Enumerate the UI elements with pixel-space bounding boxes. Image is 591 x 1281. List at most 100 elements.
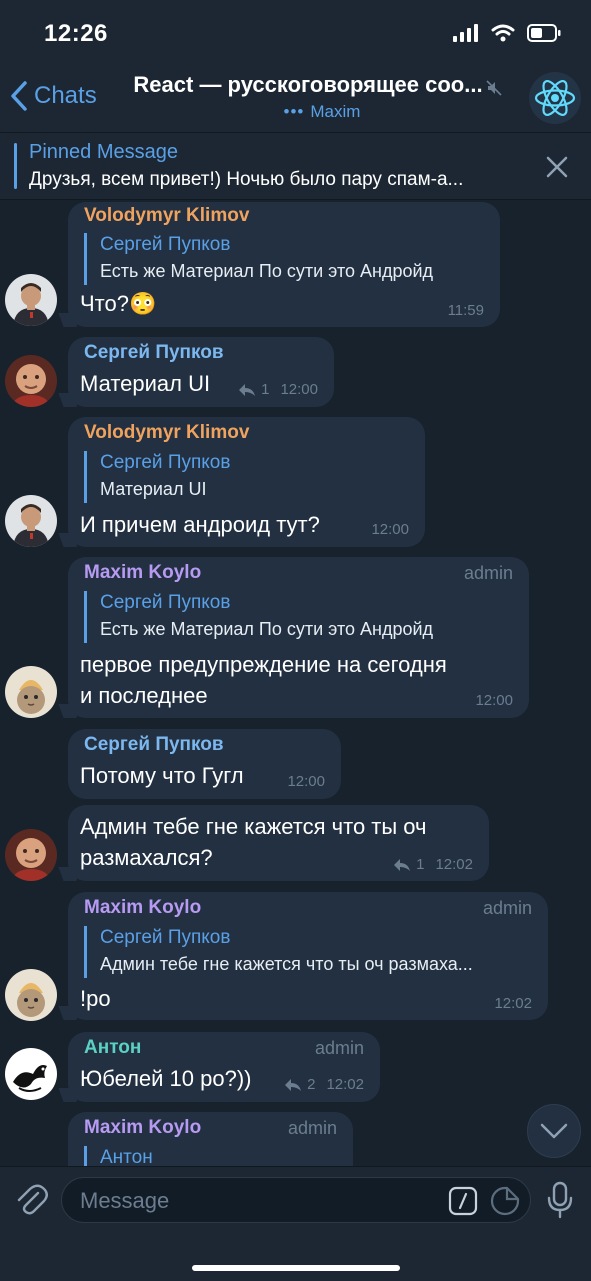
message-meta: 1 12:00	[238, 381, 318, 398]
message-time: 12:00	[280, 381, 318, 398]
sender-name[interactable]: Maxim Koylo	[84, 1117, 201, 1139]
wifi-icon	[491, 24, 515, 42]
reply-preview[interactable]: Сергей Пупков Есть же Материал По сути э…	[84, 591, 520, 643]
message-placeholder: Message	[80, 1188, 170, 1213]
slash-command-icon[interactable]	[448, 1186, 478, 1216]
avatar[interactable]	[5, 829, 57, 881]
message-bubble[interactable]: Maxim Koylo admin Антон	[68, 1112, 353, 1166]
back-label: Chats	[34, 82, 97, 109]
message-text: Что?😳	[80, 291, 157, 316]
avatar[interactable]	[5, 1048, 57, 1100]
sender-name[interactable]: Volodymyr Klimov	[84, 422, 249, 444]
battery-icon	[527, 24, 561, 42]
message-meta: 12:00	[475, 692, 513, 709]
pinned-accent-bar	[14, 143, 17, 189]
reply-text: Админ тебе гне кажется что ты оч размаха…	[100, 954, 473, 974]
admin-badge: admin	[287, 1118, 337, 1138]
avatar[interactable]	[5, 355, 57, 407]
avatar-maxim	[5, 666, 57, 718]
reply-arrow-icon	[394, 858, 411, 871]
reply-name: Сергей Пупков	[100, 452, 231, 473]
bubble-tail	[58, 313, 78, 327]
typing-dots-icon: •••	[283, 102, 305, 121]
reply-text: Материал UI	[100, 479, 207, 499]
back-chevron-icon	[11, 81, 27, 111]
avatar[interactable]	[5, 495, 57, 547]
reply-preview[interactable]: Сергей Пупков Материал UI	[84, 451, 420, 503]
message-bubble[interactable]: Антон admin Юбелей 10 ро?)) 2 12:02	[58, 1032, 380, 1102]
bubble-tail	[58, 867, 78, 881]
admin-badge: admin	[482, 898, 532, 918]
admin-badge: admin	[463, 563, 513, 583]
message-time: 12:02	[435, 856, 473, 873]
avatar[interactable]	[5, 274, 57, 326]
home-indicator	[192, 1265, 400, 1271]
message-time: 12:02	[494, 995, 532, 1012]
message-bubble[interactable]: Сергей Пупков Потому что Гугл 12:00	[68, 729, 341, 799]
avatar-maxim	[5, 969, 57, 1021]
pinned-text: Друзья, всем привет!) Ночью было пару сп…	[29, 169, 464, 190]
message-text: !ро	[80, 986, 111, 1011]
avatar-sergey	[5, 355, 57, 407]
message-meta: 2 12:02	[284, 1076, 364, 1093]
reply-arrow-icon	[285, 1078, 302, 1091]
avatar-volodymyr	[5, 495, 57, 547]
sender-name[interactable]: Сергей Пупков	[84, 342, 224, 364]
status-bar: 12:26	[0, 0, 591, 64]
message-list[interactable]: Volodymyr Klimov Сергей Пупков Есть же М…	[0, 200, 591, 1166]
message-bubble[interactable]: Volodymyr Klimov Сергей Пупков Есть же М…	[58, 202, 500, 327]
chat-title-area[interactable]: React — русскоговорящее соо... ••• Maxim	[108, 72, 508, 122]
reply-count: 2	[307, 1076, 316, 1093]
message-text-line: размахался?	[80, 845, 213, 870]
message-meta: 12:00	[371, 521, 409, 538]
message-text: Потому что Гугл	[80, 763, 244, 788]
sender-name[interactable]: Антон	[84, 1037, 141, 1059]
paperclip-icon[interactable]	[14, 1181, 48, 1217]
reply-preview[interactable]: Сергей Пупков Админ тебе гне кажется что…	[84, 926, 530, 978]
sender-name[interactable]: Сергей Пупков	[84, 734, 224, 756]
sender-name[interactable]: Maxim Koylo	[84, 897, 201, 919]
message-bubble[interactable]: Сергей Пупков Материал UI 1 12:00	[58, 337, 334, 407]
status-icons	[453, 24, 561, 42]
avatar[interactable]	[5, 666, 57, 718]
bubble-tail	[58, 393, 78, 407]
message-input[interactable]: Message	[61, 1177, 531, 1223]
message-meta: 11:59	[448, 302, 484, 319]
mute-icon	[486, 80, 502, 96]
bubble-tail	[58, 704, 78, 718]
chat-header: Chats React — русскоговорящее соо... •••…	[0, 64, 591, 133]
message-time: 11:59	[447, 302, 484, 319]
back-button[interactable]: Chats	[10, 80, 97, 112]
message-text: И причем андроид тут?	[80, 512, 320, 537]
message-bubble[interactable]: Volodymyr Klimov Сергей Пупков Материал …	[58, 417, 425, 547]
group-avatar[interactable]	[529, 72, 581, 124]
message-meta: 1 12:02	[393, 856, 473, 873]
message-bubble[interactable]: Maxim Koylo admin Сергей Пупков Админ те…	[58, 892, 548, 1020]
message-time: 12:00	[475, 692, 513, 709]
scroll-to-bottom-button[interactable]	[527, 1104, 581, 1158]
sender-name[interactable]: Volodymyr Klimov	[84, 205, 249, 227]
message-text: Материал UI	[80, 371, 211, 396]
sender-name[interactable]: Maxim Koylo	[84, 562, 201, 584]
pinned-message[interactable]: Pinned Message Друзья, всем привет!) Ноч…	[0, 133, 591, 200]
reply-count: 1	[261, 381, 270, 398]
message-text-line: и последнее	[80, 683, 208, 708]
chevron-down-icon	[540, 1123, 568, 1139]
reply-preview[interactable]: Антон	[84, 1146, 340, 1166]
message-bubble[interactable]: Админ тебе гне кажется что ты оч размаха…	[58, 805, 489, 881]
message-meta: 12:00	[287, 773, 325, 790]
message-bubble[interactable]: Maxim Koylo admin Сергей Пупков Есть же …	[58, 557, 529, 718]
reply-preview[interactable]: Сергей Пупков Есть же Материал По сути э…	[84, 233, 500, 285]
message-time: 12:00	[287, 773, 325, 790]
typing-user: Maxim	[310, 102, 361, 121]
react-logo-icon	[534, 80, 576, 116]
microphone-icon[interactable]	[546, 1181, 574, 1219]
reply-name: Сергей Пупков	[100, 234, 231, 255]
sticker-icon[interactable]	[490, 1186, 520, 1216]
typing-indicator: ••• Maxim	[108, 102, 508, 122]
close-icon[interactable]	[544, 154, 570, 180]
message-text: Юбелей 10 ро?))	[80, 1066, 252, 1091]
reply-text: Есть же Материал По сути это Андройд	[100, 261, 434, 281]
avatar[interactable]	[5, 969, 57, 1021]
avatar-volodymyr	[5, 274, 57, 326]
